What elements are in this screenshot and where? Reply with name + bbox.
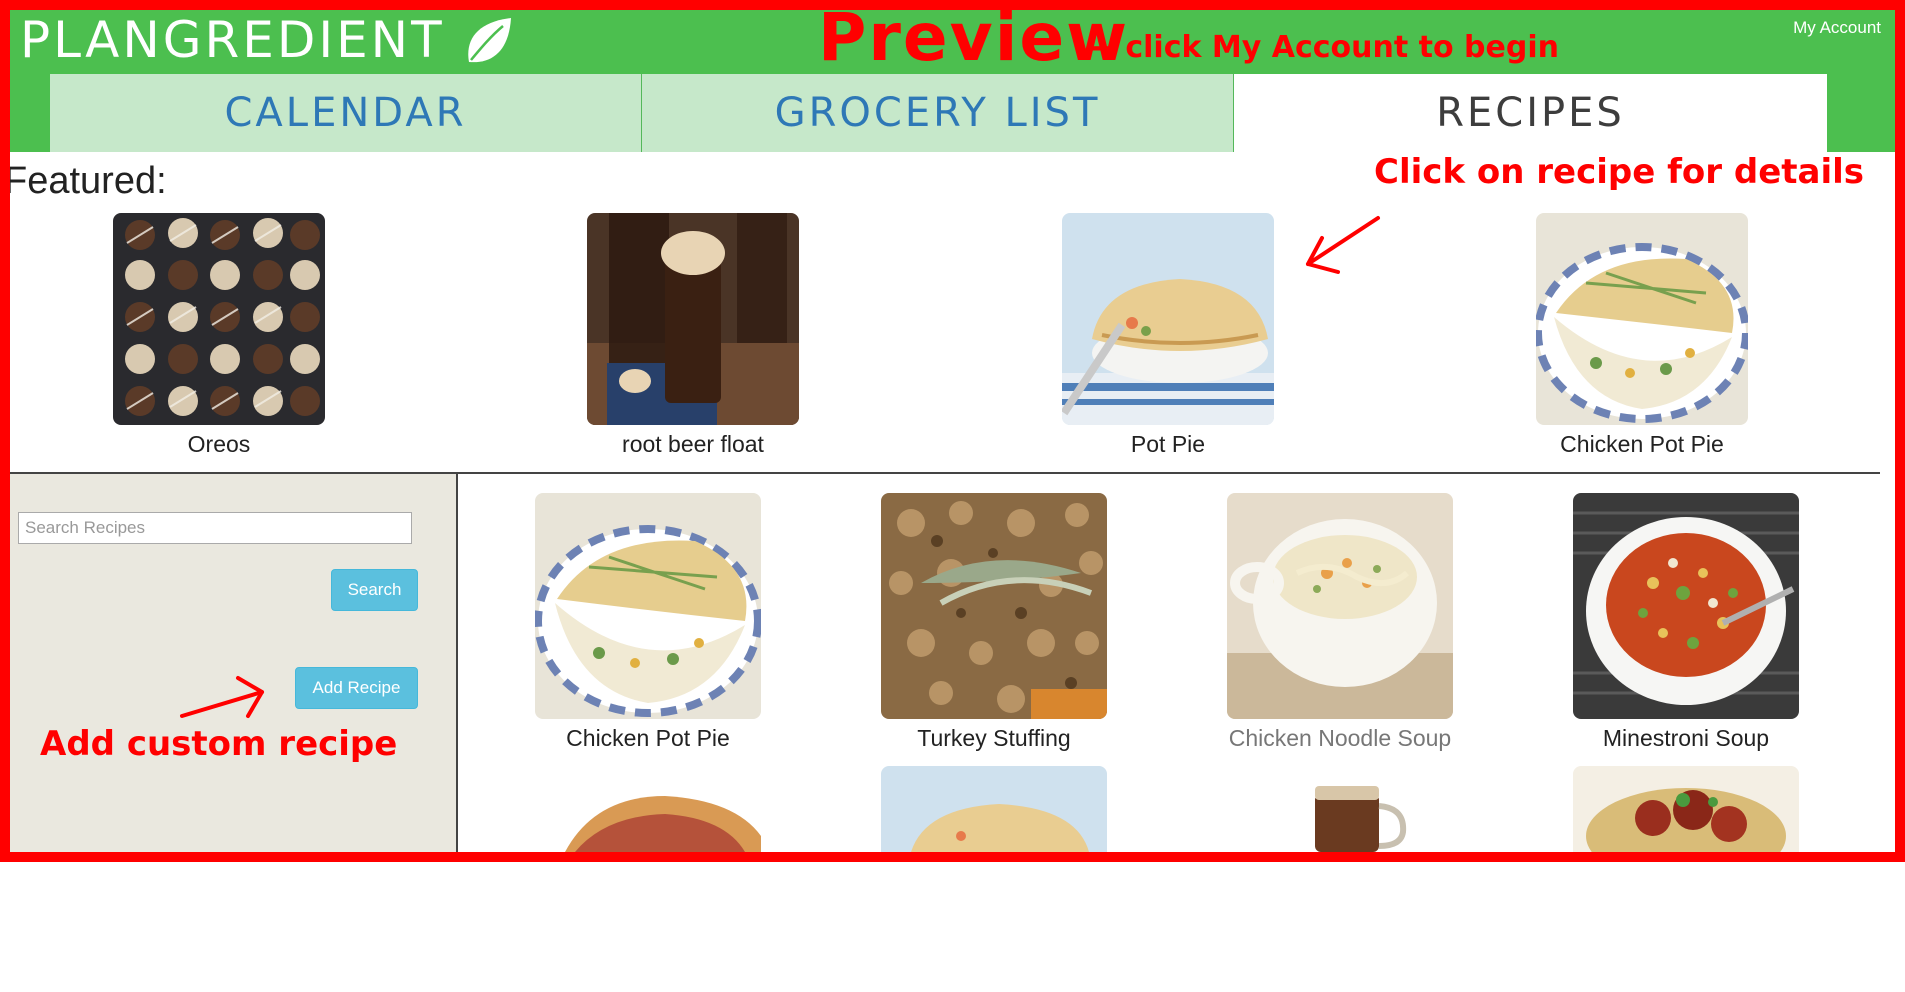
recipe-image[interactable] (1573, 766, 1799, 992)
preview-subtitle: -- click My Account to begin (1090, 30, 1559, 65)
search-recipes-input[interactable] (18, 512, 412, 544)
recipe-image[interactable] (1573, 493, 1799, 719)
featured-heading: Featured: (4, 160, 167, 202)
tab-label: RECIPES (1436, 90, 1625, 136)
recipe-card[interactable]: Chicken Pot Pie (498, 493, 798, 752)
my-account-link[interactable]: My Account (1793, 18, 1881, 38)
sidebar: Search Add Recipe (10, 474, 458, 852)
brand-name: PLANGREDIENT (20, 11, 445, 69)
tab-label: GROCERY LIST (774, 90, 1101, 136)
recipe-image[interactable] (881, 766, 1107, 992)
recipe-card[interactable]: Chicken Noodle Soup (1190, 493, 1490, 752)
featured-recipe-card[interactable]: root beer float (573, 213, 813, 458)
recipe-image[interactable] (587, 213, 799, 425)
recipe-image[interactable] (1062, 213, 1274, 425)
search-button[interactable]: Search (331, 569, 418, 611)
arrow-icon (180, 676, 264, 718)
recipe-name: Oreos (187, 431, 251, 457)
recipe-image[interactable] (535, 493, 761, 719)
recipe-image[interactable] (881, 493, 1107, 719)
recipe-name: Chicken Noodle Soup (1228, 725, 1452, 751)
recipe-card[interactable]: Minestroni Soup (1536, 493, 1836, 752)
recipe-card[interactable] (1536, 766, 1836, 992)
tab-grocery-list[interactable]: GROCERY LIST (642, 74, 1234, 152)
recipe-image[interactable] (535, 766, 761, 992)
preview-title: Preview (818, 0, 1130, 76)
leaf-icon (467, 18, 511, 63)
featured-recipe-card[interactable]: Oreos (99, 213, 339, 458)
annotation-click-details: Click on recipe for details (1374, 152, 1865, 192)
main-tabs: CALENDAR GROCERY LIST RECIPES (50, 74, 1827, 152)
recipe-name: Turkey Stuffing (917, 725, 1071, 751)
featured-recipe-card[interactable]: Pot Pie (1048, 213, 1288, 458)
tab-calendar[interactable]: CALENDAR (50, 74, 642, 152)
recipe-card[interactable] (1190, 766, 1490, 992)
featured-recipe-card[interactable]: Chicken Pot Pie (1522, 213, 1762, 458)
recipe-card[interactable]: Turkey Stuffing (844, 493, 1144, 752)
recipe-name: Minestroni Soup (1602, 725, 1770, 751)
recipe-name: Pot Pie (1130, 431, 1206, 457)
brand-logo[interactable]: PLANGREDIENT (20, 10, 515, 70)
add-recipe-button[interactable]: Add Recipe (295, 667, 418, 709)
annotation-add-custom-recipe: Add custom recipe (40, 724, 398, 764)
recipe-image[interactable] (1536, 213, 1748, 425)
recipe-name: Chicken Pot Pie (1560, 431, 1724, 457)
recipe-name: Chicken Pot Pie (566, 725, 730, 751)
arrow-icon (1306, 216, 1380, 274)
recipe-card[interactable] (844, 766, 1144, 992)
recipe-image[interactable] (113, 213, 325, 425)
recipe-name: root beer float (622, 431, 764, 457)
app-header: PLANGREDIENT Preview -- click My Account… (0, 0, 1905, 152)
recipe-image[interactable] (1227, 493, 1453, 719)
recipe-image[interactable] (1227, 766, 1453, 992)
tab-recipes[interactable]: RECIPES (1234, 74, 1827, 152)
recipe-card[interactable] (498, 766, 798, 992)
tab-label: CALENDAR (224, 90, 467, 136)
